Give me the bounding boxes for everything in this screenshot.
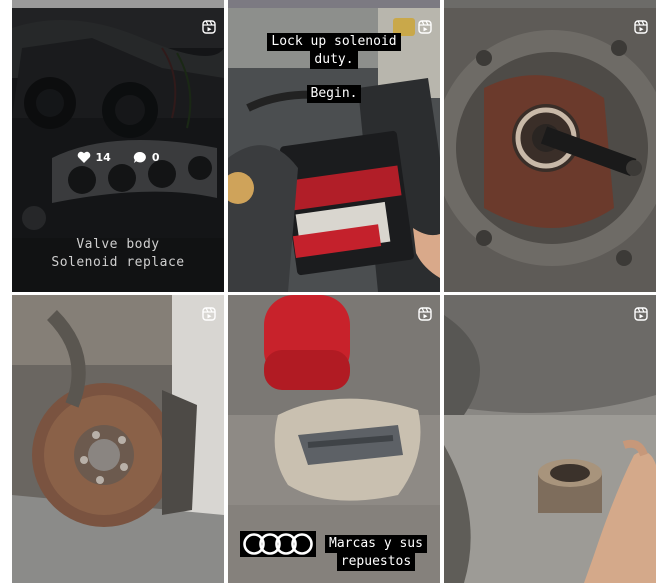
caption-line: Solenoid replace: [51, 255, 185, 270]
reel-icon: [634, 20, 648, 34]
post-thumbnail: [444, 295, 656, 583]
post-tile-bearing[interactable]: [444, 295, 656, 583]
post-thumbnail: [12, 295, 224, 583]
post-grid: 14 0 Valve body Solenoid replace Lock up…: [0, 0, 660, 583]
reel-icon: [202, 307, 216, 321]
likes-count: 14: [95, 151, 111, 164]
likes-stat: 14: [77, 151, 111, 164]
comments-stat: 0: [133, 151, 160, 164]
caption-line: Valve body: [76, 237, 160, 252]
post-caption-mid: Begin.: [228, 85, 440, 103]
reel-icon: [202, 20, 216, 34]
previous-row-strip: [228, 0, 440, 8]
caption-line: Marcas y sus: [325, 535, 427, 553]
reel-icon: [634, 307, 648, 321]
post-tile-lock-up[interactable]: Lock up solenoid duty. Begin.: [228, 8, 440, 292]
comment-icon: [133, 151, 146, 163]
audi-rings-logo: [240, 531, 316, 557]
reel-icon: [418, 20, 432, 34]
post-stats: 14 0: [12, 151, 224, 164]
post-caption-top: Lock up solenoid duty.: [228, 33, 440, 69]
post-tile-brake-pads[interactable]: Marcas y sus repuestos: [228, 295, 440, 583]
caption-line: repuestos: [336, 553, 416, 571]
caption-line: Lock up solenoid: [267, 33, 401, 51]
reel-icon: [418, 307, 432, 321]
caption-line: duty.: [310, 51, 358, 69]
post-tile-valve-body[interactable]: 14 0 Valve body Solenoid replace: [12, 8, 224, 292]
post-caption: Valve body Solenoid replace: [12, 236, 224, 272]
previous-row-strip: [12, 0, 224, 8]
post-caption: Marcas y sus repuestos: [324, 535, 428, 571]
heart-icon: [77, 151, 90, 163]
post-tile-brake-disc[interactable]: [12, 295, 224, 583]
comments-count: 0: [151, 151, 160, 164]
post-tile-clutch[interactable]: [444, 8, 656, 292]
post-thumbnail: [444, 8, 656, 292]
previous-row-strip: [444, 0, 656, 8]
caption-line: Begin.: [306, 85, 362, 103]
